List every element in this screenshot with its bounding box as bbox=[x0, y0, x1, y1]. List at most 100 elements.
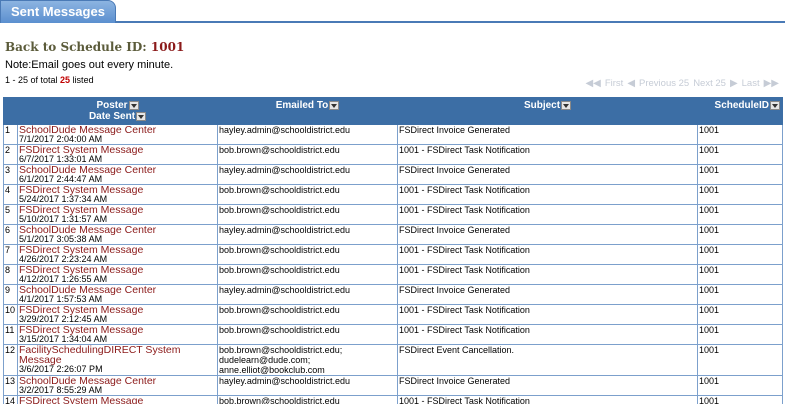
subject-header: Subject bbox=[397, 97, 698, 125]
row-number: 8 bbox=[3, 264, 18, 285]
subject-cell: FSDirect Invoice Generated bbox=[397, 124, 698, 145]
tab-strip: Sent Messages bbox=[0, 0, 785, 23]
poster-cell: FacilitySchedulingDIRECT System Message 3… bbox=[17, 344, 218, 376]
count-total: 25 bbox=[60, 75, 71, 85]
schedule-id-cell: 1001 bbox=[697, 224, 783, 245]
subject-cell: FSDirect Event Cancellation. bbox=[397, 344, 698, 376]
schedule-id-cell: 1001 bbox=[697, 164, 783, 185]
emailed-to-cell: bob.brown@schooldistrict.edu bbox=[217, 395, 398, 404]
subject-cell: 1001 - FSDirect Task Notification bbox=[397, 395, 698, 404]
schedule-id-cell: 1001 bbox=[697, 124, 783, 145]
table-row[interactable]: 3 SchoolDude Message Center 6/1/2017 2:44:… bbox=[3, 164, 783, 185]
row-number: 4 bbox=[3, 184, 18, 205]
email-note: Note:Email goes out every minute. bbox=[5, 59, 174, 71]
table-row[interactable]: 12 FacilitySchedulingDIRECT System Messag… bbox=[3, 344, 783, 376]
subject-cell: 1001 - FSDirect Task Notification bbox=[397, 304, 698, 325]
subject-cell: 1001 - FSDirect Task Notification bbox=[397, 244, 698, 265]
table-row[interactable]: 8 FSDirect System Message 4/12/2017 1:26:5… bbox=[3, 264, 783, 285]
date-sent: 5/1/2017 3:05:38 AM bbox=[19, 234, 103, 244]
row-number: 7 bbox=[3, 244, 18, 265]
poster-cell: FSDirect System Message 5/10/2017 1:31:57… bbox=[17, 204, 218, 225]
schedule-id-cell: 1001 bbox=[697, 244, 783, 265]
row-number: 14 bbox=[3, 395, 18, 404]
table-row[interactable]: 9 SchoolDude Message Center 4/1/2017 1:57:… bbox=[3, 284, 783, 305]
emailed-to-cell: hayley.admin@schooldistrict.edu bbox=[217, 375, 398, 396]
table-row[interactable]: 13 SchoolDude Message Center 3/2/2017 8:55… bbox=[3, 375, 783, 396]
schedule-id-cell: 1001 bbox=[697, 284, 783, 305]
last-page-link[interactable]: Last bbox=[742, 78, 760, 89]
date-sent-header-label: Date Sent bbox=[88, 111, 136, 122]
row-number: 5 bbox=[3, 204, 18, 225]
date-sent: 6/1/2017 2:44:47 AM bbox=[19, 174, 103, 184]
poster-cell: SchoolDude Message Center 5/1/2017 3:05:3… bbox=[17, 224, 218, 245]
schedule-id-cell: 1001 bbox=[697, 184, 783, 205]
subject-cell: FSDirect Invoice Generated bbox=[397, 224, 698, 245]
poster-cell: FSDirect System Message bbox=[17, 395, 218, 404]
poster-cell: SchoolDude Message Center 4/1/2017 1:57:5… bbox=[17, 284, 218, 305]
schedule-id-header: ScheduleID bbox=[697, 97, 783, 125]
date-sent: 3/29/2017 2:12:45 AM bbox=[19, 314, 108, 324]
date-sent: 4/1/2017 1:57:53 AM bbox=[19, 294, 103, 304]
poster-link[interactable]: FacilitySchedulingDIRECT System Message bbox=[19, 345, 216, 366]
back-label: Back to Schedule ID: bbox=[5, 40, 151, 54]
poster-sort-icon[interactable] bbox=[128, 100, 139, 110]
row-number: 1 bbox=[3, 124, 18, 145]
emailed-to-cell: hayley.admin@schooldistrict.edu bbox=[217, 284, 398, 305]
table-row[interactable]: 10 FSDirect System Message 3/29/2017 2:12:… bbox=[3, 304, 783, 325]
table-body: 1 SchoolDude Message Center 7/1/2017 2:04:… bbox=[3, 124, 783, 404]
rownum-header bbox=[3, 97, 18, 125]
subject-cell: FSDirect Invoice Generated bbox=[397, 284, 698, 305]
row-number: 6 bbox=[3, 224, 18, 245]
subject-cell: 1001 - FSDirect Task Notification bbox=[397, 204, 698, 225]
schedule-id-cell: 1001 bbox=[697, 204, 783, 225]
previous-page-icon: ◀ bbox=[627, 78, 636, 89]
table-row[interactable]: 5 FSDirect System Message 5/10/2017 1:31:5… bbox=[3, 204, 783, 225]
subject-sort-icon[interactable] bbox=[561, 100, 572, 110]
poster-cell: SchoolDude Message Center 7/1/2017 2:04:0… bbox=[17, 124, 218, 145]
next-page-link[interactable]: Next 25 bbox=[693, 78, 726, 89]
sent-messages-table: Poster Date Sent Emailed To Subject Sche… bbox=[3, 97, 783, 404]
schedule-id-cell: 1001 bbox=[697, 264, 783, 285]
row-number: 11 bbox=[3, 324, 18, 345]
table-row[interactable]: 11 FSDirect System Message 3/15/2017 1:34:… bbox=[3, 324, 783, 345]
emailed-to-cell: bob.brown@schooldistrict.edu; dudelearn@… bbox=[217, 344, 398, 376]
table-row[interactable]: 14 FSDirect System Message bob.brown@schoo… bbox=[3, 395, 783, 404]
date-sent: 3/2/2017 8:55:29 AM bbox=[19, 385, 103, 395]
table-row[interactable]: 4 FSDirect System Message 5/24/2017 1:37:3… bbox=[3, 184, 783, 205]
date-sent-sort-icon[interactable] bbox=[136, 111, 147, 121]
poster-link[interactable]: FSDirect System Message bbox=[19, 396, 216, 404]
count-range: 1 - 25 of total bbox=[5, 75, 61, 85]
first-page-link[interactable]: First bbox=[605, 78, 623, 89]
table-row[interactable]: 7 FSDirect System Message 4/26/2017 2:23:2… bbox=[3, 244, 783, 265]
row-number: 2 bbox=[3, 144, 18, 165]
emailed-to-cell: bob.brown@schooldistrict.edu bbox=[217, 244, 398, 265]
last-page-icon: ▶▶ bbox=[763, 78, 779, 89]
previous-page-link[interactable]: Previous 25 bbox=[639, 78, 689, 89]
date-sent: 4/12/2017 1:26:55 AM bbox=[19, 274, 108, 284]
emailed-to-cell: hayley.admin@schooldistrict.edu bbox=[217, 224, 398, 245]
first-page-icon: ◀◀ bbox=[585, 78, 601, 89]
schedule-id-cell: 1001 bbox=[697, 395, 783, 404]
table-row[interactable]: 2 FSDirect System Message 6/7/2017 1:33:01… bbox=[3, 144, 783, 165]
emailed-to-cell: hayley.admin@schooldistrict.edu bbox=[217, 124, 398, 145]
date-sent: 7/1/2017 2:04:00 AM bbox=[19, 134, 103, 144]
table-row[interactable]: 6 SchoolDude Message Center 5/1/2017 3:05:… bbox=[3, 224, 783, 245]
next-page-icon: ▶ bbox=[729, 78, 738, 89]
schedule-id-cell: 1001 bbox=[697, 324, 783, 345]
back-to-schedule-link[interactable]: Back to Schedule ID: 1001 bbox=[5, 40, 184, 54]
table-header-row: Poster Date Sent Emailed To Subject Sche… bbox=[3, 97, 783, 125]
emailed-to-sort-icon[interactable] bbox=[329, 100, 340, 110]
tab-sent-messages[interactable]: Sent Messages bbox=[0, 0, 116, 23]
poster-cell: FSDirect System Message 3/29/2017 2:12:45… bbox=[17, 304, 218, 325]
date-sent: 5/10/2017 1:31:57 AM bbox=[19, 214, 108, 224]
emailed-to-cell: bob.brown@schooldistrict.edu bbox=[217, 144, 398, 165]
schedule-id-header-label: ScheduleID bbox=[714, 100, 769, 111]
table-row[interactable]: 1 SchoolDude Message Center 7/1/2017 2:04:… bbox=[3, 124, 783, 145]
emailed-to-header-label: Emailed To bbox=[275, 100, 329, 111]
schedule-id-sort-icon[interactable] bbox=[770, 100, 780, 110]
subject-cell: FSDirect Invoice Generated bbox=[397, 375, 698, 396]
poster-cell: FSDirect System Message 4/12/2017 1:26:55… bbox=[17, 264, 218, 285]
poster-cell: FSDirect System Message 4/26/2017 2:23:24… bbox=[17, 244, 218, 265]
row-number: 3 bbox=[3, 164, 18, 185]
row-number: 9 bbox=[3, 284, 18, 305]
